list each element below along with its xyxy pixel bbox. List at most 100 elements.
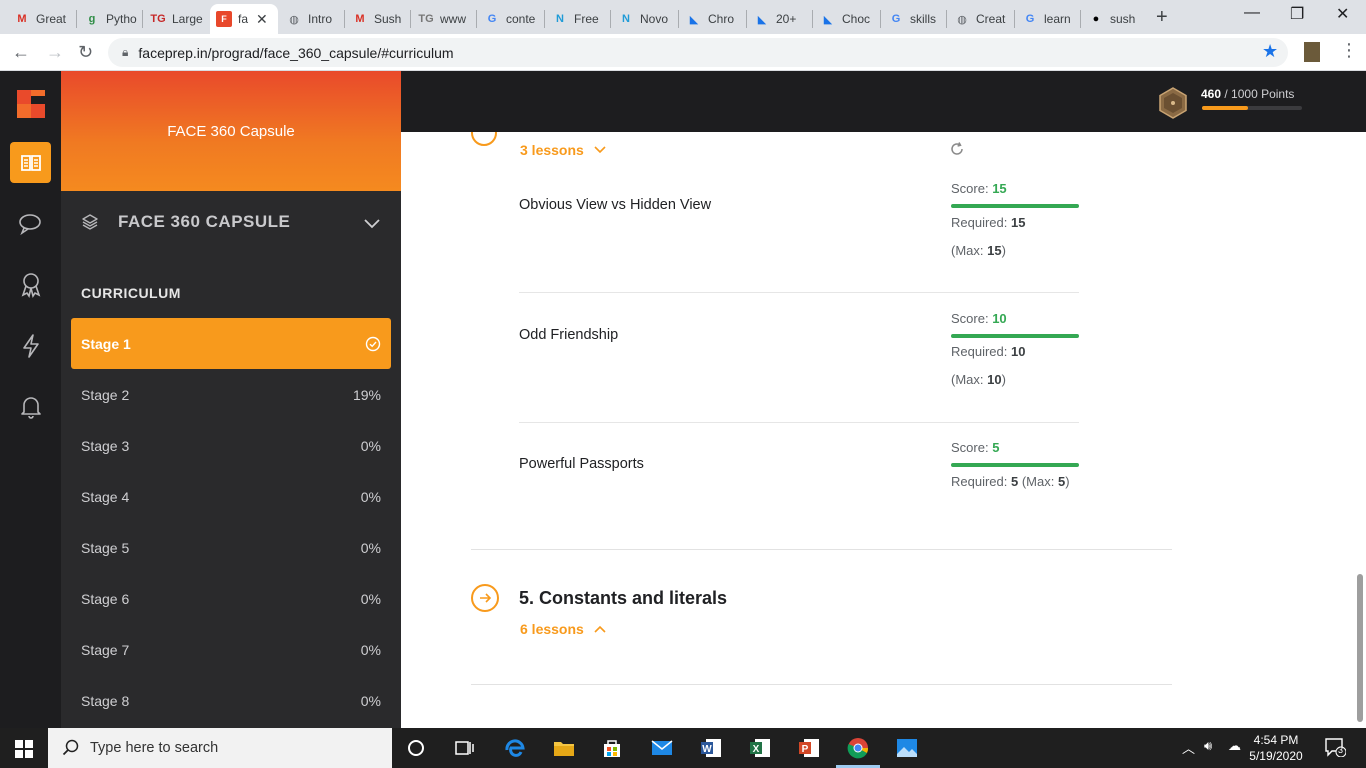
lock-icon: 🔒︎ — [122, 45, 129, 59]
browser-tab[interactable]: N Novo — [612, 4, 676, 34]
volume-icon[interactable]: 🔊︎ — [1204, 738, 1212, 754]
lesson-required: Required: 15 — [951, 215, 1026, 230]
capsule-selector[interactable]: FACE 360 CAPSULE — [61, 191, 401, 255]
forward-arrow-icon[interactable]: → — [46, 42, 64, 63]
windows-start-icon[interactable] — [15, 740, 33, 758]
browser-tab[interactable]: M Sush — [346, 4, 408, 34]
module-status-icon — [471, 132, 497, 146]
tab-separator — [410, 10, 411, 28]
chrome-icon[interactable] — [846, 736, 870, 760]
back-arrow-icon[interactable]: ← — [12, 42, 30, 63]
chevron-down-icon — [594, 146, 606, 154]
stage-item-5[interactable]: Stage 5 0% — [71, 522, 391, 573]
lesson-title[interactable]: Odd Friendship — [519, 327, 618, 343]
browser-tab[interactable]: ◍ Intro — [280, 4, 342, 34]
cortana-icon[interactable] — [404, 736, 428, 760]
points-progress-bar — [1202, 106, 1302, 110]
tab-separator — [344, 10, 345, 28]
tab-separator — [678, 10, 679, 28]
svg-text:P: P — [802, 744, 809, 755]
bell-icon — [20, 396, 41, 419]
chevron-down-icon — [364, 219, 380, 229]
discussion-rail-button[interactable] — [10, 203, 51, 244]
restore-button[interactable]: ❐ — [1290, 4, 1304, 24]
tab-separator — [610, 10, 611, 28]
stage-item-7[interactable]: Stage 7 0% — [71, 624, 391, 675]
stage-label: Stage 6 — [81, 590, 130, 607]
clock-time: 4:54 PM — [1253, 733, 1299, 747]
taskbar-search-box[interactable]: Type here to search — [48, 728, 392, 768]
browser-tab[interactable]: Glearn — [1016, 4, 1078, 34]
store-icon[interactable] — [600, 736, 624, 760]
curriculum-heading: CURRICULUM — [81, 285, 181, 301]
browser-tab[interactable]: TG Large — [144, 4, 208, 34]
excel-icon[interactable]: X — [748, 736, 772, 760]
browser-tab[interactable]: ● sush — [1082, 4, 1146, 34]
extension-icon[interactable] — [1304, 42, 1320, 62]
close-tab-icon[interactable]: ✕ — [256, 11, 268, 28]
close-window-button[interactable]: ✕ — [1336, 4, 1349, 24]
stage-label: Stage 8 — [81, 692, 130, 709]
address-bar[interactable]: 🔒︎ faceprep.in/prograd/face_360_capsule/… — [108, 38, 1288, 67]
minimize-button[interactable]: — — [1244, 4, 1260, 22]
browser-tab-active[interactable]: Ffa ✕ — [210, 4, 278, 34]
clock-date: 5/19/2020 — [1249, 749, 1303, 763]
network-icon[interactable]: ☁︎ — [1228, 738, 1241, 754]
new-tab-button[interactable]: + — [1156, 6, 1168, 29]
file-explorer-icon[interactable] — [552, 736, 576, 760]
edge-icon[interactable] — [503, 736, 527, 760]
tab-separator — [1014, 10, 1015, 28]
rank-badge-icon[interactable] — [1158, 87, 1188, 119]
notification-center-icon[interactable]: 3 — [1324, 737, 1347, 760]
stage-item-8[interactable]: Stage 8 0% — [71, 675, 391, 726]
stage-item-4[interactable]: Stage 4 0% — [71, 471, 391, 522]
stage-item-2[interactable]: Stage 2 19% — [71, 369, 391, 420]
achievements-rail-button[interactable] — [10, 264, 51, 305]
browser-tab[interactable]: ◍ Creat — [948, 4, 1012, 34]
vertical-scrollbar[interactable] — [1357, 574, 1363, 722]
chevron-up-icon[interactable]: ︿ — [1182, 738, 1195, 757]
svg-text:W: W — [702, 744, 712, 755]
practice-rail-button[interactable] — [10, 325, 51, 366]
curriculum-rail-button[interactable] — [10, 142, 51, 183]
score-progress-bar — [951, 334, 1079, 338]
taskbar-clock[interactable]: 4:54 PM 5/19/2020 — [1248, 732, 1304, 764]
google-icon: G — [891, 13, 901, 25]
book-icon — [20, 154, 41, 171]
module-title[interactable]: 5. Constants and literals — [519, 588, 727, 609]
browser-tab[interactable]: ◣ Chro — [680, 4, 744, 34]
stage-item-1[interactable]: Stage 1 — [71, 318, 391, 369]
browser-tab[interactable]: Gskills — [882, 4, 944, 34]
lesson-required: Required: 10 — [951, 344, 1026, 359]
stage-label: Stage 2 — [81, 386, 130, 403]
notifications-rail-button[interactable] — [10, 386, 51, 427]
techgig-icon: TG — [418, 13, 434, 25]
browser-tab[interactable]: M Great — [8, 4, 70, 34]
mail-icon[interactable] — [650, 736, 674, 760]
module-open-button[interactable] — [471, 584, 499, 612]
browser-tab[interactable]: Gconte — [478, 4, 542, 34]
stage-item-3[interactable]: Stage 3 0% — [71, 420, 391, 471]
stage-item-6[interactable]: Stage 6 0% — [71, 573, 391, 624]
lessons-toggle[interactable]: 3 lessons — [520, 142, 606, 158]
faceprep-logo[interactable] — [15, 88, 47, 120]
browser-tab[interactable]: ◣ Choc — [814, 4, 878, 34]
browser-tab[interactable]: ◣ 20+ — [748, 4, 810, 34]
photos-icon[interactable] — [895, 736, 919, 760]
lessons-toggle[interactable]: 6 lessons — [520, 621, 606, 637]
lesson-title[interactable]: Obvious View vs Hidden View — [519, 197, 711, 213]
browser-tab[interactable]: g Pytho — [78, 4, 140, 34]
word-icon[interactable]: W — [699, 736, 723, 760]
reload-icon[interactable]: ↻ — [78, 42, 93, 63]
task-view-icon[interactable] — [452, 736, 476, 760]
refresh-icon[interactable] — [949, 141, 965, 157]
flag-icon: ◣ — [823, 13, 833, 26]
browser-tab[interactable]: TG www — [412, 4, 474, 34]
check-circle-icon — [365, 336, 381, 351]
chrome-menu-icon[interactable]: ⋮ — [1340, 40, 1358, 61]
lesson-title[interactable]: Powerful Passports — [519, 456, 644, 472]
browser-tab[interactable]: N Free — [546, 4, 608, 34]
powerpoint-icon[interactable]: P — [797, 736, 821, 760]
bookmark-star-icon[interactable]: ★ — [1262, 41, 1278, 62]
lesson-max: (Max: 15) — [951, 243, 1006, 258]
